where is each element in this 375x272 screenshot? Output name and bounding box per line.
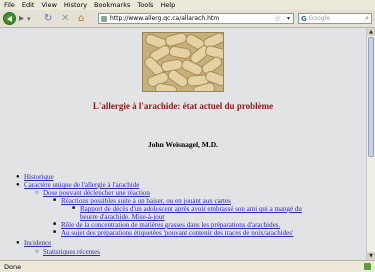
scroll-thumb[interactable] bbox=[368, 37, 374, 157]
menu-tools[interactable]: Tools bbox=[137, 1, 153, 9]
toc-item: Caractère unique de l'allergie à l'arach… bbox=[24, 181, 139, 189]
bullet-icon: ● bbox=[16, 182, 20, 188]
menu-file[interactable]: File bbox=[4, 1, 15, 9]
status-bar: Done bbox=[0, 260, 375, 272]
toc-link-matieres-grasses[interactable]: Rôle de la concentration de matières gra… bbox=[61, 221, 280, 229]
toc-link-caractere-unique[interactable]: Caractère unique de l'allergie à l'arach… bbox=[24, 181, 139, 189]
bookmark-star-icon[interactable]: ☆ bbox=[274, 14, 281, 23]
toc-item: Rapport de décès d'un adolescent après a… bbox=[80, 205, 316, 221]
author-name: John Weisnagel, M.D. bbox=[147, 140, 219, 149]
toc-item: Incidence bbox=[24, 239, 51, 247]
menu-bookmarks[interactable]: Bookmarks bbox=[94, 1, 130, 9]
url-text: http://www.allerg.qc.ca/allarach.htm bbox=[110, 15, 220, 22]
search-icon[interactable]: ⌕ bbox=[365, 14, 369, 23]
navigation-toolbar: ▸ ▾ ↻ ✕ ⌂ http://www.allerg.qc.ca/allara… bbox=[0, 10, 375, 28]
square-bullet-icon: ■ bbox=[53, 222, 57, 227]
peanuts-photo bbox=[142, 32, 224, 92]
status-security-icon bbox=[364, 263, 371, 270]
status-text: Done bbox=[4, 262, 22, 271]
scroll-up-icon[interactable]: ▲ bbox=[367, 28, 375, 36]
google-engine-icon[interactable]: G bbox=[301, 15, 307, 23]
vertical-scrollbar[interactable]: ▲ ▼ bbox=[366, 28, 375, 260]
toc-link-statistiques[interactable]: Statistiques récentes bbox=[43, 248, 100, 256]
scroll-down-icon[interactable]: ▼ bbox=[367, 252, 375, 260]
toc-item: Réactions possibles suite à un baiser, o… bbox=[61, 197, 231, 205]
url-dropdown-icon[interactable]: ▾ bbox=[287, 14, 290, 23]
menu-bar: File Edit View History Bookmarks Tools H… bbox=[0, 0, 375, 10]
toc-item: Rôle de la concentration de matières gra… bbox=[61, 221, 280, 229]
toc-link-dose[interactable]: Dose pouvant déclencher une réaction bbox=[43, 189, 150, 197]
toc-link-historique[interactable]: Historique bbox=[24, 173, 54, 181]
menu-help[interactable]: Help bbox=[160, 1, 175, 9]
menu-history[interactable]: History bbox=[64, 1, 87, 9]
toc-link-traces[interactable]: Au sujet des préparations étiquetées 'po… bbox=[61, 229, 293, 237]
toc-link-incidence[interactable]: Incidence bbox=[24, 239, 51, 247]
toc-link-rapport-deces[interactable]: Rapport de décès d'un adolescent après a… bbox=[80, 205, 302, 221]
circle-bullet-icon: ○ bbox=[35, 190, 39, 196]
page-content: L'allergie à l'arachide: état actuel du … bbox=[0, 28, 366, 260]
toc-link-reactions-baiser[interactable]: Réactions possibles suite à un baiser, o… bbox=[61, 197, 231, 205]
square-bullet-icon: ■ bbox=[72, 206, 76, 211]
search-placeholder: Google bbox=[308, 15, 330, 22]
back-button[interactable] bbox=[3, 12, 16, 25]
toc-item: Dose pouvant déclencher une réaction bbox=[43, 189, 150, 197]
square-bullet-icon: ■ bbox=[53, 198, 57, 203]
history-dropdown-icon[interactable]: ▾ bbox=[27, 13, 31, 25]
search-box[interactable]: G Google ⌕ bbox=[298, 13, 372, 24]
menu-view[interactable]: View bbox=[41, 1, 56, 9]
toc-item: Au sujet des préparations étiquetées 'po… bbox=[61, 229, 293, 237]
reload-icon[interactable]: ↻ bbox=[44, 13, 52, 25]
toc-item: Statistiques récentes bbox=[43, 248, 100, 256]
forward-icon[interactable]: ▸ bbox=[19, 13, 24, 25]
toc-item: Historique bbox=[24, 173, 54, 181]
bullet-icon: ● bbox=[16, 240, 20, 246]
url-bar[interactable]: http://www.allerg.qc.ca/allarach.htm ☆ ▾ bbox=[98, 13, 294, 24]
page-title: L'allergie à l'arachide: état actuel du … bbox=[92, 101, 274, 111]
bullet-icon: ● bbox=[16, 174, 20, 180]
favicon-icon bbox=[101, 15, 107, 22]
square-bullet-icon: ■ bbox=[53, 230, 57, 235]
menu-edit[interactable]: Edit bbox=[22, 1, 35, 9]
home-icon[interactable]: ⌂ bbox=[78, 13, 84, 25]
stop-icon[interactable]: ✕ bbox=[61, 13, 69, 25]
circle-bullet-icon: ○ bbox=[35, 249, 39, 255]
